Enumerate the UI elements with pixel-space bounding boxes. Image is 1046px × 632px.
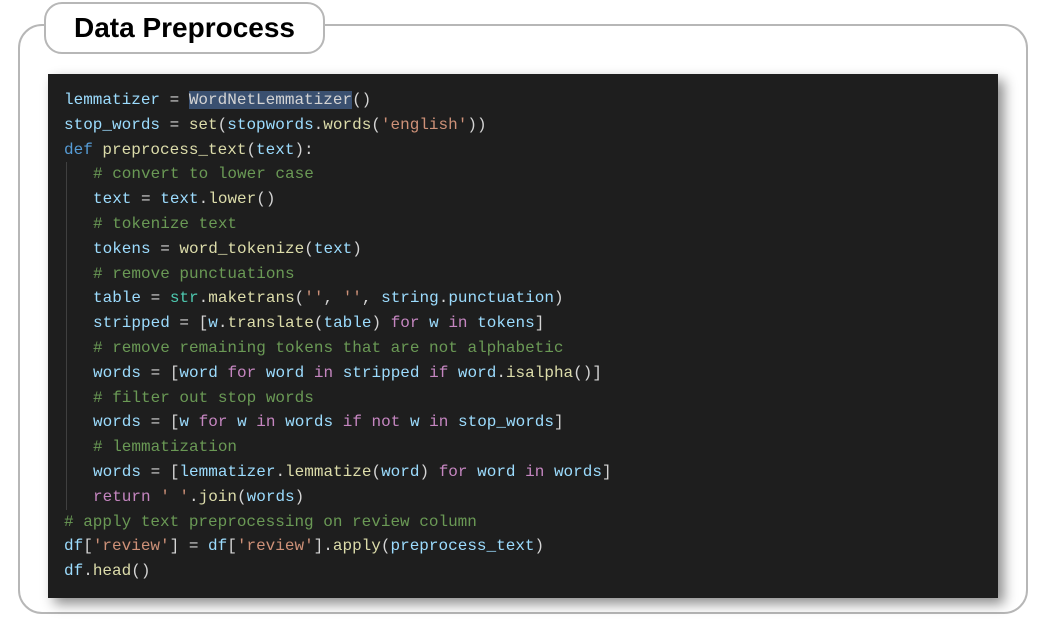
code-block: lemmatizer = WordNetLemmatizer() stop_wo… (48, 74, 998, 598)
content-card: Data Preprocess lemmatizer = WordNetLemm… (18, 24, 1028, 614)
code-line-9: table = str.maketrans('', '', string.pun… (66, 286, 564, 311)
code-line-2: stop_words = set(stopwords.words('englis… (64, 116, 487, 134)
code-line-11: # remove remaining tokens that are not a… (66, 336, 563, 361)
code-line-13: # filter out stop words (66, 386, 314, 411)
code-line-7: tokens = word_tokenize(text) (66, 237, 362, 262)
code-line-3: def preprocess_text(text): (64, 141, 314, 159)
section-title: Data Preprocess (44, 2, 325, 54)
code-line-18: # apply text preprocessing on review col… (64, 513, 477, 531)
code-line-10: stripped = [w.translate(table) for w in … (66, 311, 544, 336)
code-line-14: words = [w for w in words if not w in st… (66, 410, 564, 435)
code-line-12: words = [word for word in stripped if wo… (66, 361, 602, 386)
page-canvas: Data Preprocess lemmatizer = WordNetLemm… (0, 0, 1046, 632)
code-line-17: return ' '.join(words) (66, 485, 304, 510)
code-line-19: df['review'] = df['review'].apply(prepro… (64, 537, 544, 555)
code-line-6: # tokenize text (66, 212, 237, 237)
code-line-4: # convert to lower case (66, 162, 314, 187)
code-line-5: text = text.lower() (66, 187, 275, 212)
code-line-20: df.head() (64, 562, 150, 580)
code-line-15: # lemmatization (66, 435, 237, 460)
code-line-8: # remove punctuations (66, 262, 295, 287)
code-line-16: words = [lemmatizer.lemmatize(word) for … (66, 460, 612, 485)
code-line-1: lemmatizer = WordNetLemmatizer() (64, 91, 371, 109)
